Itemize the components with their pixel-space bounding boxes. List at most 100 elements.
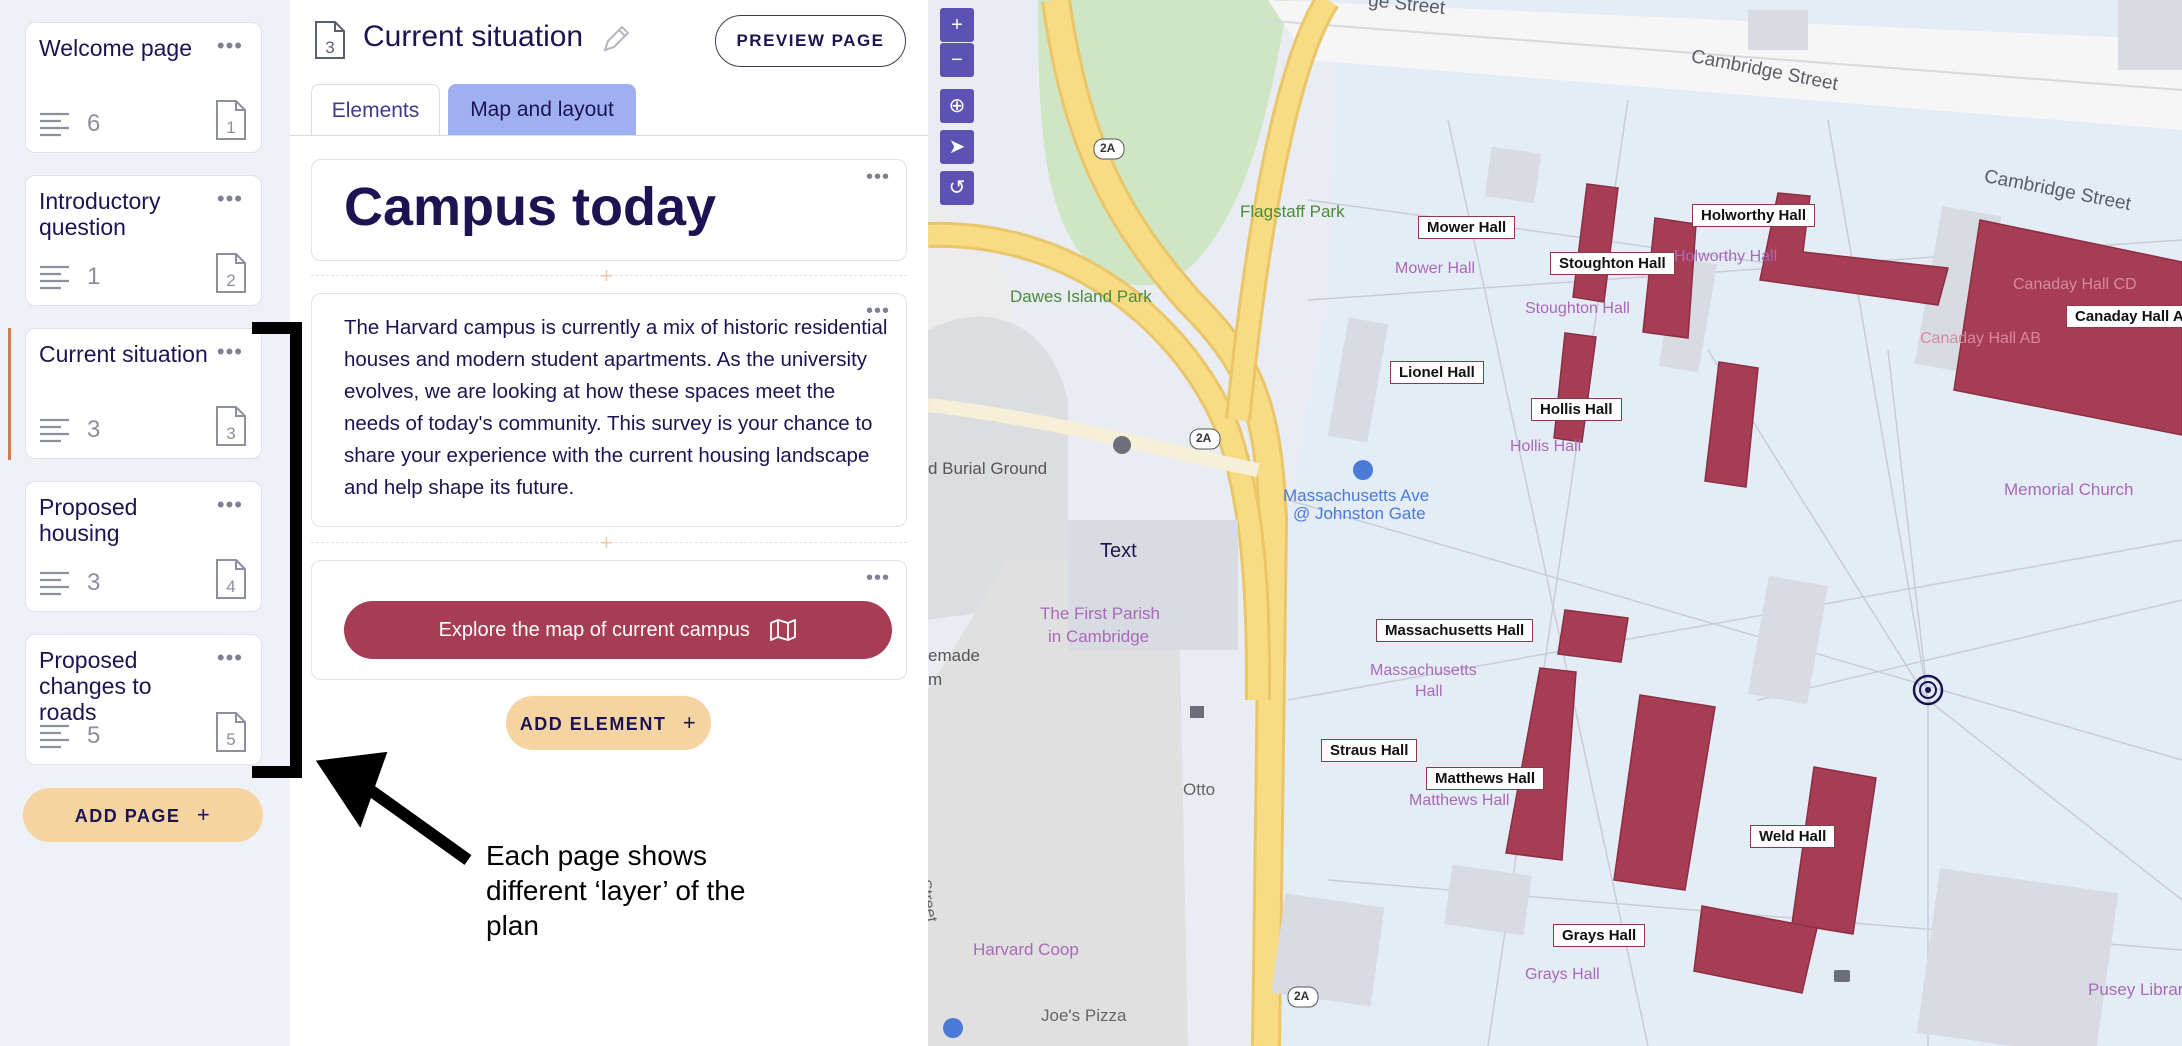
poi-label: Hall xyxy=(1415,683,1443,700)
plus-icon: + xyxy=(196,802,212,827)
locate-icon[interactable]: ➤ xyxy=(940,130,974,164)
page-card-number: 4 xyxy=(226,577,235,596)
hall-label[interactable]: Massachusetts Hall xyxy=(1376,619,1534,642)
page-card[interactable]: Welcome page ••• 6 1 xyxy=(25,22,262,153)
edit-pencil-icon[interactable] xyxy=(601,22,631,54)
map-basemap xyxy=(928,0,2182,1046)
map-view[interactable]: + − ⊕ ➤ ↺ ge Street Cambridge Street Cam… xyxy=(928,0,2182,1046)
insert-plus-icon[interactable]: + xyxy=(600,263,613,289)
map-text-label: Text xyxy=(1100,540,1137,562)
page-card-number: 5 xyxy=(226,730,235,749)
poi-label: Mower Hall xyxy=(1395,260,1476,277)
page-element-count: 5 xyxy=(87,722,101,749)
active-page-marker xyxy=(8,328,11,460)
page-card[interactable]: Current situation ••• 3 3 xyxy=(25,328,262,459)
elements-list-icon xyxy=(40,724,69,749)
page-card[interactable]: Introductory question ••• 1 2 xyxy=(25,175,262,306)
poi-label: Stoughton Hall xyxy=(1525,300,1630,317)
poi-label: Matthews Hall xyxy=(1409,792,1510,809)
page-title: Current situation xyxy=(363,20,584,53)
park-label: Flagstaff Park xyxy=(1240,202,1345,221)
hall-label[interactable]: Hollis Hall xyxy=(1531,398,1622,421)
hall-label[interactable]: Holworthy Hall xyxy=(1692,204,1816,227)
poi-label: Massachusetts xyxy=(1370,662,1477,679)
page-card-menu-icon[interactable]: ••• xyxy=(217,35,243,57)
elements-list-icon xyxy=(40,418,69,443)
hall-label[interactable]: Canaday Hall A xyxy=(2066,305,2182,328)
tab-map-and-layout[interactable]: Map and layout xyxy=(448,84,636,136)
poi-label: Hollis Hall xyxy=(1510,438,1582,455)
poi-label: Grays Hall xyxy=(1525,966,1600,983)
page-number-doc-icon: 2 xyxy=(216,253,246,293)
zoom-out-button[interactable]: − xyxy=(940,43,974,77)
transit-label: Massachusetts Ave xyxy=(1283,486,1430,505)
page-card[interactable]: Proposed changes to roads ••• 5 5 xyxy=(25,634,262,765)
add-page-button[interactable]: ADD PAGE + xyxy=(23,788,263,842)
hall-label[interactable]: Grays Hall xyxy=(1553,924,1646,947)
poi-label: Joe's Pizza xyxy=(1041,1006,1127,1025)
poi-label: Holworthy Hall xyxy=(1674,248,1778,265)
poi-label: Memorial Church xyxy=(2004,480,2134,499)
poi-label: Harvard Coop xyxy=(973,940,1079,959)
map-icon xyxy=(770,618,797,642)
tab-divider xyxy=(290,135,928,136)
hall-label[interactable]: Mower Hall xyxy=(1418,216,1516,239)
heading-element-menu-icon[interactable]: ••• xyxy=(866,166,890,189)
page-card-menu-icon[interactable]: ••• xyxy=(217,188,243,210)
hall-label[interactable]: Matthews Hall xyxy=(1426,767,1545,790)
page-card[interactable]: Proposed housing ••• 3 4 xyxy=(25,481,262,612)
add-element-label: ADD ELEMENT xyxy=(519,714,667,734)
page-element-count: 3 xyxy=(87,569,101,596)
poi-label: emade xyxy=(928,646,980,665)
tab-elements[interactable]: Elements xyxy=(311,84,440,136)
page-card-title: Proposed changes to roads xyxy=(39,647,152,725)
elements-list-icon xyxy=(40,571,69,596)
poi-label: Pusey Library xyxy=(2088,980,2182,999)
page-card-title: Current situation xyxy=(39,341,208,367)
poi-label: The First Parish xyxy=(1040,604,1160,623)
hall-label[interactable]: Stoughton Hall xyxy=(1550,252,1675,275)
poi-label: Canaday Hall AB xyxy=(1920,330,2041,347)
add-element-button[interactable]: ADD ELEMENT + xyxy=(506,696,711,750)
page-number-doc-icon: 3 xyxy=(315,21,345,59)
page-element-count: 6 xyxy=(87,110,101,137)
poi-label: d Burial Ground xyxy=(928,459,1048,478)
page-card-title: Welcome page xyxy=(39,35,192,61)
page-card-number: 3 xyxy=(226,424,235,443)
annotation-text: Each page shows different ‘layer’ of the… xyxy=(486,840,746,941)
add-page-label: ADD PAGE xyxy=(74,806,181,826)
heading-text: Campus today xyxy=(344,177,717,237)
insert-plus-icon[interactable]: + xyxy=(600,530,613,556)
page-number-doc-icon: 1 xyxy=(216,100,246,140)
transit-label: @ Johnston Gate xyxy=(1293,504,1426,523)
poi-label: Canaday Hall CD xyxy=(2013,276,2137,293)
page-card-title: Proposed housing xyxy=(39,494,138,546)
button-element-menu-icon[interactable]: ••• xyxy=(866,567,890,590)
elements-list-icon xyxy=(40,265,69,290)
annotation-bracket-arrow xyxy=(252,322,472,865)
route-shield: 2A xyxy=(1100,141,1116,155)
plus-icon: + xyxy=(682,710,698,735)
route-shield: 2A xyxy=(1196,431,1212,445)
poi-label: in Cambridge xyxy=(1048,627,1150,646)
preview-page-button[interactable]: PREVIEW PAGE xyxy=(715,15,906,67)
zoom-to-area-icon[interactable]: ⊕ xyxy=(940,89,974,123)
route-shield: 2A xyxy=(1294,989,1310,1003)
page-card-number: 2 xyxy=(226,271,235,290)
reset-view-icon[interactable]: ↺ xyxy=(940,171,974,205)
poi-label: m xyxy=(928,670,943,689)
page-card-title: Introductory question xyxy=(39,188,161,240)
zoom-in-button[interactable]: + xyxy=(940,8,974,42)
hall-label[interactable]: Lionel Hall xyxy=(1390,361,1484,384)
hall-label[interactable]: Straus Hall xyxy=(1321,739,1418,762)
poi-label: Otto xyxy=(1183,780,1216,799)
hall-label[interactable]: Weld Hall xyxy=(1750,825,1836,848)
explore-map-label: Explore the map of current campus xyxy=(438,618,750,641)
page-number: 3 xyxy=(325,38,334,57)
heading-element[interactable]: ••• Campus today xyxy=(311,159,907,261)
park-label: Dawes Island Park xyxy=(1010,287,1152,306)
page-element-count: 1 xyxy=(87,263,101,290)
page-element-count: 3 xyxy=(87,416,101,443)
elements-list-icon xyxy=(40,112,69,137)
page-card-number: 1 xyxy=(226,118,235,137)
